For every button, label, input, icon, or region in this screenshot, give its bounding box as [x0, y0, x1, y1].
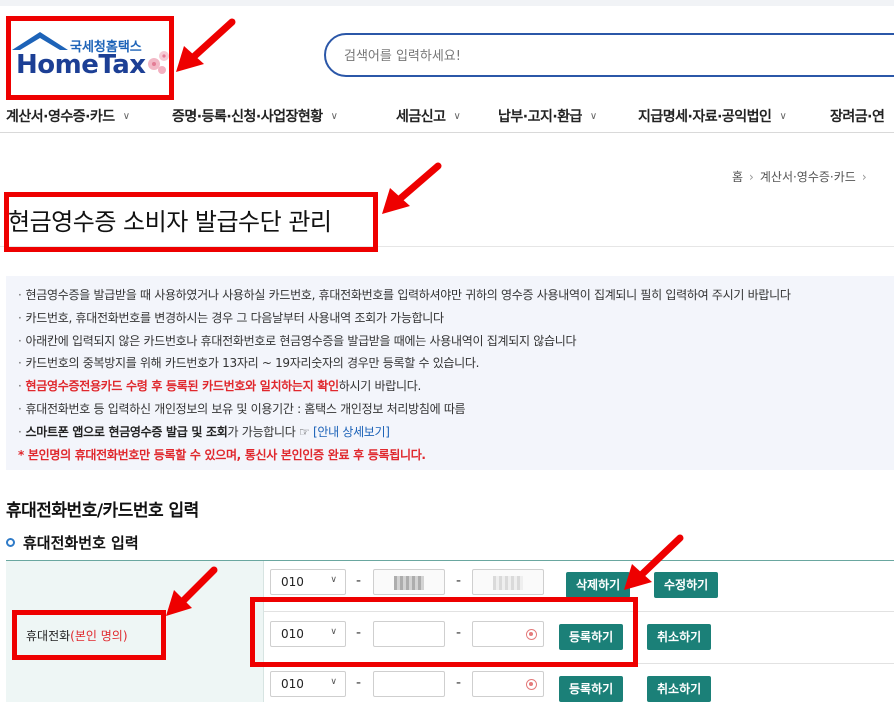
phone-prefix-select[interactable]: 010 ∨ [270, 569, 346, 595]
guide-detail-link[interactable]: [안내 상세보기] [313, 425, 390, 439]
nav-divider [0, 132, 894, 133]
nav-item-statements[interactable]: 지급명세·자료·공익법인 ∨ [638, 106, 787, 126]
sub-section-title: 휴대전화번호 입력 [6, 532, 139, 553]
red-arrow-icon [176, 18, 236, 72]
annotation-box-logo [6, 16, 174, 100]
dash-separator: - [356, 675, 362, 691]
annotation-box-title [4, 192, 378, 252]
top-strip [0, 0, 894, 6]
main-nav: 계산서·영수증·카드 ∨ 증명·등록·신청·사업장현황 ∨ 세금신고 ∨ 납부·고지·… [0, 100, 894, 132]
nav-item-incentives[interactable]: 장려금·연 [830, 106, 885, 126]
red-arrow-icon [382, 162, 442, 214]
notice-box: · 현금영수증을 발급받을 때 사용하였거나 사용하실 카드번호, 휴대전화번호를… [6, 276, 894, 470]
red-arrow-icon [624, 534, 684, 590]
notice-item: · 현금영수증을 발급받을 때 사용하였거나 사용하실 카드번호, 휴대전화번호를… [18, 288, 791, 302]
breadcrumb-level1[interactable]: 계산서·영수증·카드 [760, 170, 856, 184]
delete-button[interactable]: 삭제하기 [566, 572, 631, 598]
circle-bullet-icon [6, 538, 15, 547]
phone-middle-input[interactable] [373, 569, 445, 595]
breadcrumb-home[interactable]: 홈 [732, 170, 743, 184]
red-arrow-icon [166, 566, 218, 616]
nav-item-payment-refund[interactable]: 납부·고지·환급 ∨ [498, 106, 597, 126]
chevron-down-icon: ∨ [330, 111, 338, 122]
notice-item: · 스마트폰 앱으로 현금영수증 발급 및 조회가 가능합니다 ☞ [안내 상세보… [18, 424, 390, 439]
breadcrumb: 홈 › 계산서·영수증·카드 › [732, 168, 873, 185]
secure-keypad-icon[interactable] [526, 679, 537, 690]
cancel-button[interactable]: 취소하기 [647, 624, 712, 650]
chevron-down-icon: ∨ [122, 111, 130, 122]
search-bar[interactable] [324, 33, 894, 77]
notice-item: · 현금영수증전용카드 수령 후 등록된 카드번호와 일치하는지 확인하시기 바랍… [18, 379, 421, 394]
dash-separator: - [456, 573, 462, 589]
chevron-down-icon: ∨ [589, 111, 597, 122]
phone-middle-input[interactable] [373, 671, 445, 697]
annotation-box-register-row [250, 597, 638, 667]
masked-value [394, 576, 424, 590]
cancel-button[interactable]: 취소하기 [647, 676, 712, 702]
chevron-right-icon: › [749, 170, 754, 184]
masked-value [493, 576, 523, 590]
notice-item: · 휴대전화번호 등 입력하신 개인정보의 보유 및 이용기간 : 홈택스 개인정… [18, 401, 466, 416]
chevron-right-icon: › [861, 170, 867, 184]
dash-separator: - [456, 675, 462, 691]
section-title: 휴대전화번호/카드번호 입력 [6, 501, 199, 521]
nav-item-certificates[interactable]: 증명·등록·신청·사업장현황 ∨ [172, 106, 338, 126]
nav-item-receipts-cards[interactable]: 계산서·영수증·카드 ∨ [6, 106, 130, 126]
chevron-down-icon: ∨ [453, 111, 461, 122]
notice-item: · 카드번호, 휴대전화번호를 변경하시는 경우 그 다음날부터 사용내역 조회가… [18, 310, 444, 325]
notice-item: · 카드번호의 중복방지를 위해 카드번호가 13자리 ~ 19자리숫자의 경우만… [18, 356, 480, 371]
annotation-box-label [12, 610, 166, 660]
dash-separator: - [356, 573, 362, 589]
chevron-down-icon: ∨ [779, 111, 787, 122]
phone-prefix-select[interactable]: 010 ∨ [270, 671, 346, 697]
register-button[interactable]: 등록하기 [559, 676, 624, 702]
phone-last-input[interactable] [472, 671, 544, 697]
nav-item-tax-return[interactable]: 세금신고 ∨ [396, 106, 461, 126]
notice-item: * 본인명의 휴대전화번호만 등록할 수 있으며, 통신사 본인인증 완료 후 … [18, 447, 426, 462]
phone-last-input[interactable] [472, 569, 544, 595]
chevron-down-icon: ∨ [330, 677, 337, 687]
chevron-down-icon: ∨ [330, 575, 337, 585]
notice-item: · 아래칸에 입력되지 않은 카드번호나 휴대전화번호로 현금영수증을 발급받을 … [18, 333, 577, 348]
search-input[interactable] [344, 45, 844, 67]
